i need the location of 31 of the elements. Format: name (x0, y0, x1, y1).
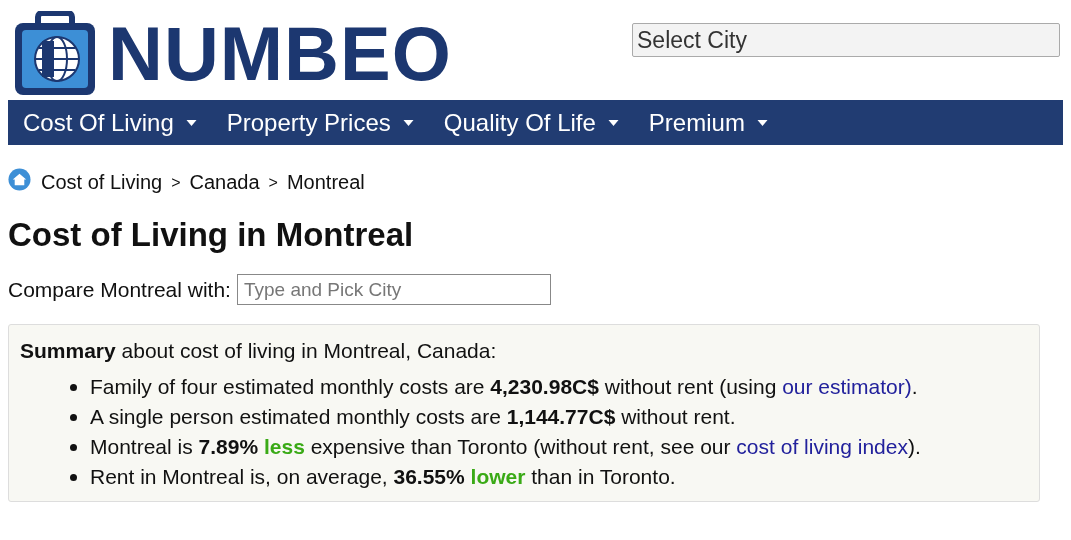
bullet-icon (70, 473, 77, 481)
compare-city-field[interactable]: Type and Pick City (236, 274, 551, 305)
breadcrumb-link[interactable]: Canada (189, 171, 260, 194)
breadcrumb-link[interactable]: Montreal (286, 171, 365, 194)
breadcrumb-separator: > (268, 173, 278, 192)
caret-icon (402, 119, 414, 126)
compare-label: Compare Montreal with: (8, 277, 231, 302)
bullet-icon (70, 383, 77, 391)
page-title: Cost of Living in Montreal (8, 216, 415, 254)
summary-intro: Summary about cost of living in Montreal, Canada: (20, 339, 498, 363)
nav-menu-item[interactable]: Cost Of Living (23, 108, 197, 137)
nav-menu-item[interactable]: Property Prices (226, 108, 414, 137)
logo-text[interactable]: NUMBEO (108, 16, 452, 92)
nav-menu-item[interactable]: Premium (648, 108, 768, 137)
city-select-field[interactable]: Select City (632, 23, 1060, 57)
link[interactable]: our estimator) (782, 375, 912, 398)
link[interactable]: cost of living index (736, 435, 908, 458)
caret-icon (185, 119, 197, 126)
summary-item: Montreal is 7.89% less expensive than Toronto (without rent, see our cost of living index). (90, 435, 921, 459)
suitcase-globe-icon (12, 11, 98, 97)
nav-menu-item[interactable]: Quality Of Life (443, 108, 619, 137)
breadcrumb-link[interactable]: Cost of Living (41, 171, 163, 194)
bullet-icon (70, 443, 77, 451)
caret-icon (607, 119, 619, 126)
summary-item: Rent in Montreal is, on average, 36.55% lower than in Toronto. (90, 465, 676, 489)
caret-icon (756, 119, 768, 126)
home-icon[interactable] (8, 168, 31, 191)
summary-item: A single person estimated monthly costs are 1,144.77C$ without rent. (90, 405, 736, 429)
breadcrumb-separator: > (171, 173, 181, 192)
bullet-icon (70, 413, 77, 421)
summary-item: Family of four estimated monthly costs are 4,230.98C$ without rent (using our estimator). (90, 375, 918, 399)
